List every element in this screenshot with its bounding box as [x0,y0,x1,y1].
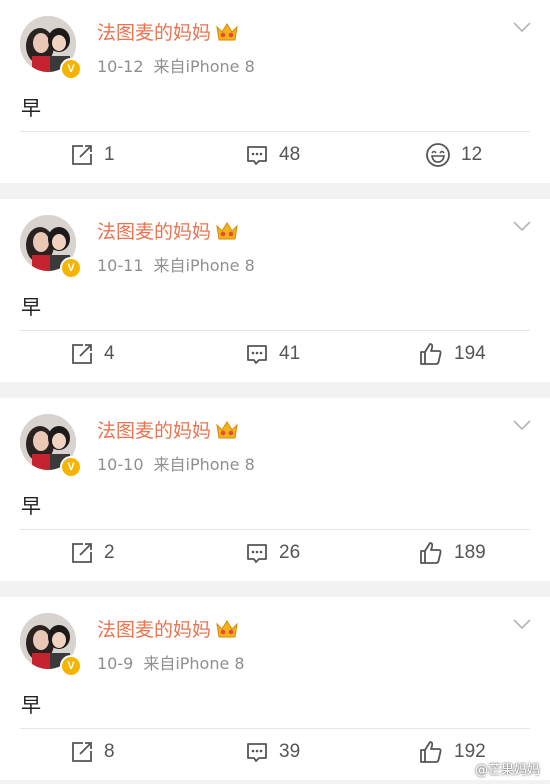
like-button[interactable]: 189 [418,539,486,567]
post-date: 10-11 [97,256,144,275]
repost-icon [72,543,92,563]
comment-icon [247,146,267,165]
post-meta: 10-9 来自iPhone 8 [97,650,245,674]
post-content: 早 [21,96,41,120]
repost-button[interactable]: 4 [70,340,115,368]
repost-count: 2 [104,542,115,563]
verified-badge-icon: V [60,655,82,677]
watermark-text: @芒果妈妈 [474,763,540,778]
repost-icon [72,742,92,762]
post-source: 来自iPhone 8 [153,57,255,76]
post-header: 法图麦的妈妈 [97,416,239,443]
post-content: 早 [21,494,41,518]
reaction-count: 12 [461,144,483,165]
repost-count: 8 [104,741,115,762]
post-header: 法图麦的妈妈 [97,615,239,642]
comment-button[interactable]: 41 [245,340,300,368]
chevron-down-icon[interactable] [512,20,532,34]
vip-crown-icon [216,619,238,637]
comment-button[interactable]: 26 [245,539,300,567]
post-date: 10-9 [97,654,134,673]
verified-badge-icon: V [60,58,82,80]
post-meta: 10-12 来自iPhone 8 [97,53,255,77]
divider [20,131,530,132]
comment-button[interactable]: 39 [245,738,300,766]
feed-post[interactable]: V 法图麦的妈妈 10-11 来自iPhone 8 早 4 41 194 [0,199,550,382]
username-link[interactable]: 法图麦的妈妈 [97,217,211,244]
repost-count: 4 [104,343,115,364]
divider [20,728,530,729]
thumbs-up-icon [420,741,442,763]
post-date: 10-12 [97,57,144,76]
post-content: 早 [21,295,41,319]
comment-button[interactable]: 48 [245,141,300,169]
like-count: 189 [454,542,486,563]
thumbs-up-icon [420,343,442,365]
repost-count: 1 [104,144,115,165]
comment-count: 39 [279,741,301,762]
post-source: 来自iPhone 8 [153,256,255,275]
post-source: 来自iPhone 8 [153,455,255,474]
thumbs-up-icon [420,542,442,564]
feed-post[interactable]: V 法图麦的妈妈 10-12 来自iPhone 8 早 1 48 12 [0,0,550,183]
repost-icon [72,145,92,165]
comment-icon [247,743,267,762]
chevron-down-icon[interactable] [512,617,532,631]
divider [20,330,530,331]
watermark: @芒果妈妈 [453,759,540,778]
repost-button[interactable]: 8 [70,738,115,766]
comment-count: 48 [279,144,301,165]
verified-badge-icon: V [60,456,82,478]
vip-crown-icon [216,221,238,239]
username-link[interactable]: 法图麦的妈妈 [97,615,211,642]
reaction-button[interactable]: 12 [425,141,482,169]
repost-button[interactable]: 2 [70,539,115,567]
feed-post[interactable]: V 法图麦的妈妈 10-10 来自iPhone 8 早 2 26 189 [0,398,550,581]
weibo-logo-icon [453,762,470,776]
vip-crown-icon [216,420,238,438]
divider [20,529,530,530]
repost-icon [72,344,92,364]
post-header: 法图麦的妈妈 [97,217,239,244]
like-button[interactable]: 194 [418,340,486,368]
post-meta: 10-11 来自iPhone 8 [97,252,255,276]
chevron-down-icon[interactable] [512,219,532,233]
post-header: 法图麦的妈妈 [97,18,239,45]
vip-crown-icon [216,22,238,40]
username-link[interactable]: 法图麦的妈妈 [97,18,211,45]
username-link[interactable]: 法图麦的妈妈 [97,416,211,443]
like-count: 194 [454,343,486,364]
comment-count: 41 [279,343,301,364]
chevron-down-icon[interactable] [512,418,532,432]
repost-button[interactable]: 1 [70,141,115,169]
post-date: 10-10 [97,455,144,474]
comment-count: 26 [279,542,301,563]
laugh-emoji-icon [426,143,450,167]
post-meta: 10-10 来自iPhone 8 [97,451,255,475]
feed-post[interactable]: V 法图麦的妈妈 10-9 来自iPhone 8 早 8 39 192 [0,597,550,780]
comment-icon [247,345,267,364]
comment-icon [247,544,267,563]
post-source: 来自iPhone 8 [143,654,245,673]
post-content: 早 [21,693,41,717]
verified-badge-icon: V [60,257,82,279]
